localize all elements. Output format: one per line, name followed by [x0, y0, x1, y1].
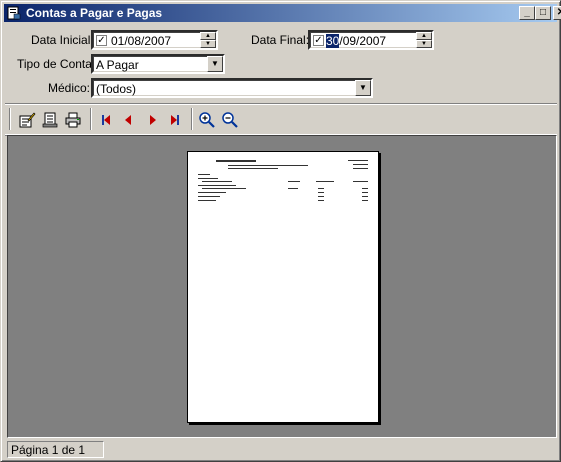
toolbar-separator — [90, 108, 92, 130]
tipo-conta-label: Tipo de Conta: — [17, 57, 96, 71]
medico-label: Médico: — [48, 81, 91, 95]
chevron-down-icon[interactable]: ▼ — [207, 56, 223, 72]
data-inicial-checkbox[interactable]: ✓ — [96, 35, 107, 46]
spin-up-icon[interactable]: ▲ — [200, 32, 216, 40]
close-button[interactable]: ✕ — [553, 6, 561, 20]
data-final-month-year[interactable]: /09/2007 — [339, 34, 386, 48]
data-final-picker[interactable]: ✓ 30/09/2007 ▲ ▼ — [308, 30, 434, 50]
spin-down-icon[interactable]: ▼ — [200, 40, 216, 48]
zoom-in-icon — [199, 112, 215, 128]
data-inicial-value[interactable]: 01/08/2007 — [111, 34, 171, 48]
last-page-button[interactable] — [164, 109, 186, 131]
app-icon — [7, 6, 21, 20]
report-preview-area[interactable] — [7, 135, 557, 438]
minimize-icon: _ — [524, 7, 530, 18]
maximize-icon: □ — [539, 7, 547, 18]
zoom-out-button[interactable] — [219, 109, 241, 131]
maximize-button[interactable]: □ — [535, 6, 551, 20]
first-page-button[interactable] — [95, 109, 117, 131]
print-icon — [65, 112, 81, 128]
zoom-out-icon — [222, 112, 238, 128]
preview-toolbar — [5, 103, 557, 135]
data-final-spinner[interactable]: ▲ ▼ — [416, 32, 432, 48]
prev-page-icon — [125, 115, 131, 125]
first-page-icon — [102, 115, 110, 125]
data-final-day-selection[interactable]: 30 — [326, 34, 340, 48]
report-window: Contas a Pagar e Pagas _ □ ✕ Data Inicia… — [0, 0, 561, 462]
spin-up-icon[interactable]: ▲ — [416, 32, 432, 40]
medico-value[interactable]: (Todos) — [96, 82, 136, 96]
prev-page-button[interactable] — [118, 109, 140, 131]
data-inicial-picker[interactable]: ✓ 01/08/2007 ▲ ▼ — [91, 30, 218, 50]
data-inicial-label: Data Inicial: — [31, 33, 94, 47]
last-page-icon — [171, 115, 179, 125]
report-page-thumbnail — [187, 151, 379, 423]
page-setup-icon — [42, 112, 58, 128]
next-page-button[interactable] — [141, 109, 163, 131]
toolbar-grip — [9, 108, 11, 130]
tipo-conta-value[interactable]: A Pagar — [96, 58, 139, 72]
window-title: Contas a Pagar e Pagas — [26, 6, 163, 20]
toolbar-separator — [191, 108, 193, 130]
data-final-label: Data Final: — [251, 33, 310, 47]
zoom-in-button[interactable] — [196, 109, 218, 131]
data-final-checkbox[interactable]: ✓ — [313, 35, 324, 46]
page-indicator: Página 1 de 1 — [11, 443, 86, 457]
close-icon: ✕ — [556, 7, 561, 18]
status-bar: Página 1 de 1 — [7, 441, 104, 458]
minimize-button[interactable]: _ — [519, 6, 535, 20]
print-button[interactable] — [62, 109, 84, 131]
tipo-conta-select[interactable]: A Pagar ▼ — [91, 54, 225, 74]
medico-select[interactable]: (Todos) ▼ — [91, 78, 373, 98]
data-inicial-spinner[interactable]: ▲ ▼ — [200, 32, 216, 48]
edit-icon — [19, 112, 36, 128]
page-setup-button[interactable] — [39, 109, 61, 131]
title-bar[interactable]: Contas a Pagar e Pagas _ □ ✕ — [4, 4, 561, 22]
data-final-value[interactable]: 30/09/2007 — [326, 34, 386, 48]
edit-button[interactable] — [16, 109, 38, 131]
spin-down-icon[interactable]: ▼ — [416, 40, 432, 48]
next-page-icon — [150, 115, 156, 125]
chevron-down-icon[interactable]: ▼ — [355, 80, 371, 96]
